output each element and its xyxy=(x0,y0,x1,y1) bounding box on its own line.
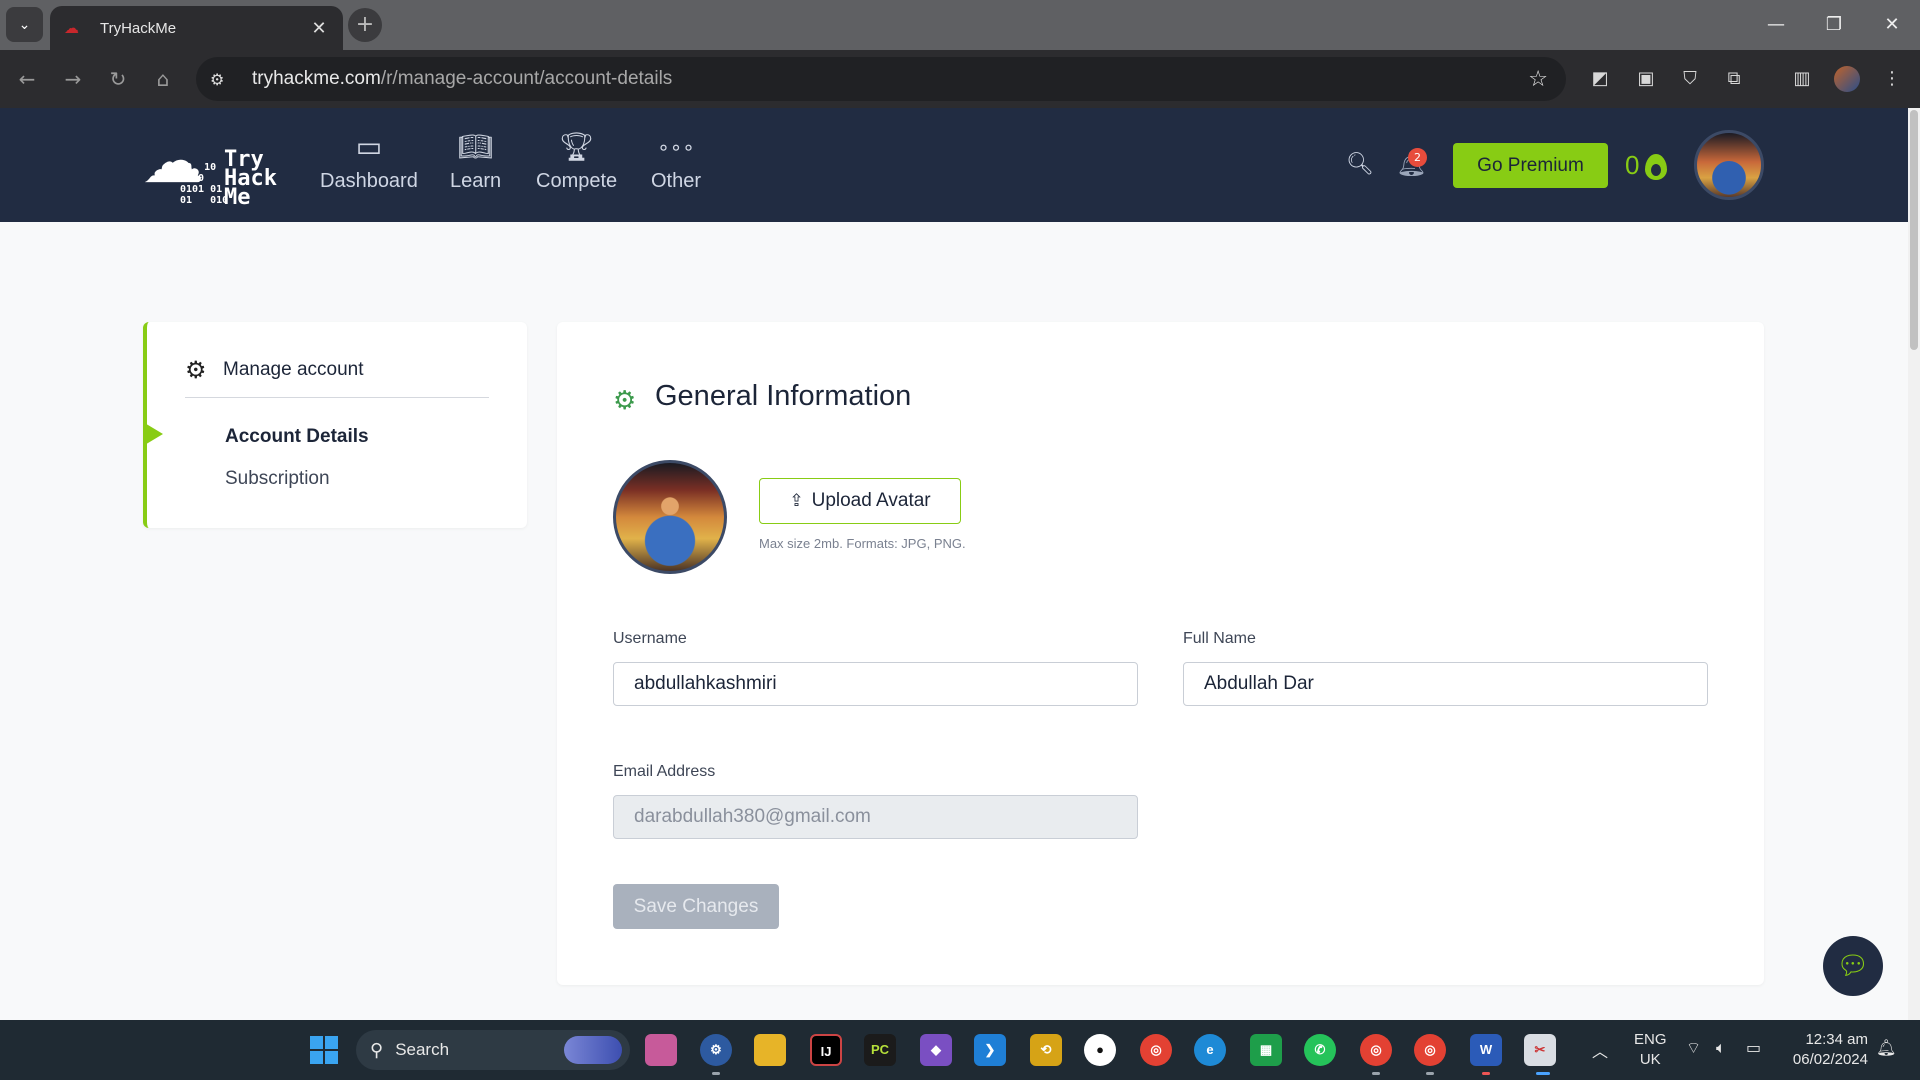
username-field[interactable]: abdullahkashmiri xyxy=(613,662,1138,706)
extensions-puzzle-icon[interactable]: ⧉ xyxy=(1722,67,1746,91)
active-item-pointer-icon xyxy=(143,422,163,446)
windows-taskbar: ⚲ Search ⚙ IJ PC ◆ ❯ ⟲ ● ◎ e ▦ ✆ ◎ ◎ W ✂… xyxy=(0,1020,1920,1080)
running-indicator xyxy=(712,1072,720,1075)
email-field: darabdullah380@gmail.com xyxy=(613,795,1138,839)
sidebar-item-subscription[interactable]: Subscription xyxy=(225,468,330,490)
nav-dashboard[interactable]: ▭ Dashboard xyxy=(320,130,418,193)
extension-shield-icon[interactable]: ⛉ xyxy=(1678,67,1702,91)
bookmark-star-icon[interactable]: ☆ xyxy=(1528,67,1548,92)
sidebar-heading: ⚙ Manage account xyxy=(185,358,489,398)
site-header: ☁ 10 10 1110 0101 01 01 010 Try Hack Me … xyxy=(0,108,1908,222)
edge-icon[interactable]: e xyxy=(1194,1034,1226,1066)
chrome-profile-2-icon[interactable]: ◎ xyxy=(1414,1034,1446,1066)
active-indicator xyxy=(1536,1072,1550,1075)
address-bar[interactable]: ⚙ tryhackme.com/r/manage-account/account… xyxy=(196,57,1566,101)
book-icon: 📖︎ xyxy=(457,130,494,163)
upload-avatar-button[interactable]: ⇪ Upload Avatar xyxy=(759,478,961,524)
more-icon: ∘∘∘ xyxy=(657,135,695,159)
pycharm-icon[interactable]: PC xyxy=(864,1034,896,1066)
notification-badge: 2 xyxy=(1408,148,1427,167)
window-minimize-button[interactable]: — xyxy=(1748,0,1804,50)
tryhackme-logo[interactable]: ☁ 10 10 1110 0101 01 01 010 Try Hack Me xyxy=(142,120,292,212)
tray-chevron-up-icon[interactable]: ︿ xyxy=(1592,1038,1608,1062)
intellij-icon[interactable]: IJ xyxy=(810,1034,842,1066)
system-clock[interactable]: 12:34 am 06/02/2024 xyxy=(1780,1030,1868,1070)
page-title: General Information xyxy=(655,380,912,412)
go-premium-button[interactable]: Go Premium xyxy=(1453,143,1608,188)
tab-search-dropdown-icon[interactable]: ⌄ xyxy=(6,7,43,42)
home-icon[interactable]: ⌂ xyxy=(148,64,178,94)
browser-tab[interactable]: ☁ TryHackMe ✕ xyxy=(50,6,343,50)
nav-compete[interactable]: 🏆︎ Compete xyxy=(536,130,617,193)
extension-window-icon[interactable]: ▣ xyxy=(1634,67,1658,91)
taskbar-search[interactable]: ⚲ Search xyxy=(356,1030,630,1070)
forward-icon[interactable]: → xyxy=(58,64,88,94)
window-restore-button[interactable]: ❐ xyxy=(1806,0,1862,50)
language-indicator[interactable]: ENG UK xyxy=(1634,1030,1667,1070)
running-indicator xyxy=(1482,1072,1490,1075)
settings-gear-icon: ⚙ xyxy=(613,386,637,416)
reload-icon[interactable]: ↻ xyxy=(103,64,133,94)
battery-icon[interactable]: ▭ xyxy=(1746,1038,1761,1057)
username-label: Username xyxy=(613,630,687,647)
back-icon[interactable]: ← xyxy=(12,64,42,94)
email-label: Email Address xyxy=(613,763,716,780)
general-information-card: ⚙ General Information ⇪ Upload Avatar Ma… xyxy=(557,322,1764,985)
nav-other[interactable]: ∘∘∘ Other xyxy=(651,130,701,193)
url-text: tryhackme.com/r/manage-account/account-d… xyxy=(252,68,673,89)
trophy-icon: 🏆︎ xyxy=(558,130,595,163)
search-icon[interactable]: 🔍︎ xyxy=(1346,152,1374,180)
dashboard-icon: ▭ xyxy=(355,130,383,163)
notifications-bell-icon[interactable]: 🔔︎ xyxy=(1876,1038,1896,1057)
fullname-label: Full Name xyxy=(1183,630,1256,647)
volume-icon[interactable]: 🔈︎ xyxy=(1716,1038,1726,1058)
chat-support-icon[interactable]: 💬︎ xyxy=(1823,936,1883,996)
fullname-field[interactable]: Abdullah Dar xyxy=(1183,662,1708,706)
classroom-icon[interactable]: ▦ xyxy=(1250,1034,1282,1066)
save-changes-button[interactable]: Save Changes xyxy=(613,884,779,929)
extension-pen-icon[interactable]: ◩ xyxy=(1588,67,1612,91)
search-icon: ⚲ xyxy=(370,1039,384,1060)
windows-start-icon[interactable] xyxy=(310,1036,338,1064)
chrome-profile-1-icon[interactable]: ◎ xyxy=(1360,1034,1392,1066)
vscode-icon[interactable]: ❯ xyxy=(974,1034,1006,1066)
github-icon[interactable]: ● xyxy=(1084,1034,1116,1066)
flame-icon xyxy=(1645,154,1668,181)
site-info-icon[interactable]: ⚙ xyxy=(210,70,240,89)
tab-close-icon[interactable]: ✕ xyxy=(309,18,329,39)
user-avatar[interactable] xyxy=(1694,130,1764,200)
new-tab-button[interactable]: + xyxy=(348,8,382,42)
sidebar-item-account-details[interactable]: Account Details xyxy=(225,426,369,448)
upload-hint: Max size 2mb. Formats: JPG, PNG. xyxy=(759,536,966,551)
tryhackme-favicon-icon: ☁ xyxy=(64,19,79,37)
snipping-tool-icon[interactable]: ✂ xyxy=(1524,1034,1556,1066)
account-sidebar: ⚙ Manage account Account Details Subscri… xyxy=(143,322,527,528)
gear-icon: ⚙ xyxy=(185,356,207,384)
streak-counter[interactable]: 0 xyxy=(1625,150,1668,181)
running-indicator xyxy=(1372,1072,1380,1075)
profile-avatar[interactable] xyxy=(1834,66,1860,92)
side-panel-icon[interactable]: ▥ xyxy=(1790,67,1814,91)
file-explorer-icon[interactable] xyxy=(754,1034,786,1066)
git-tool-icon[interactable]: ⟲ xyxy=(1030,1034,1062,1066)
profile-avatar-large xyxy=(613,460,727,574)
nav-learn[interactable]: 📖︎ Learn xyxy=(450,130,501,193)
search-highlight-icon xyxy=(564,1036,622,1064)
visual-studio-icon[interactable]: ◆ xyxy=(920,1034,952,1066)
running-indicator xyxy=(1426,1072,1434,1075)
browser-toolbar: ← → ↻ ⌂ ⚙ tryhackme.com/r/manage-account… xyxy=(0,50,1920,108)
word-icon[interactable]: W xyxy=(1470,1034,1502,1066)
page-scrollbar-thumb[interactable] xyxy=(1910,110,1918,350)
whatsapp-icon[interactable]: ✆ xyxy=(1304,1034,1336,1066)
chrome-icon[interactable]: ◎ xyxy=(1140,1034,1172,1066)
browser-tab-bar: ⌄ ☁ TryHackMe ✕ + — ❐ ✕ xyxy=(0,0,1920,50)
upload-icon: ⇪ xyxy=(789,491,804,510)
wifi-icon[interactable]: ⌔ xyxy=(1686,1038,1701,1058)
tab-title: TryHackMe xyxy=(100,19,177,37)
window-close-button[interactable]: ✕ xyxy=(1864,0,1920,50)
browser-menu-icon[interactable]: ⋮ xyxy=(1880,67,1904,91)
copilot-app-icon[interactable] xyxy=(645,1034,677,1066)
settings-app-icon[interactable]: ⚙ xyxy=(700,1034,732,1066)
